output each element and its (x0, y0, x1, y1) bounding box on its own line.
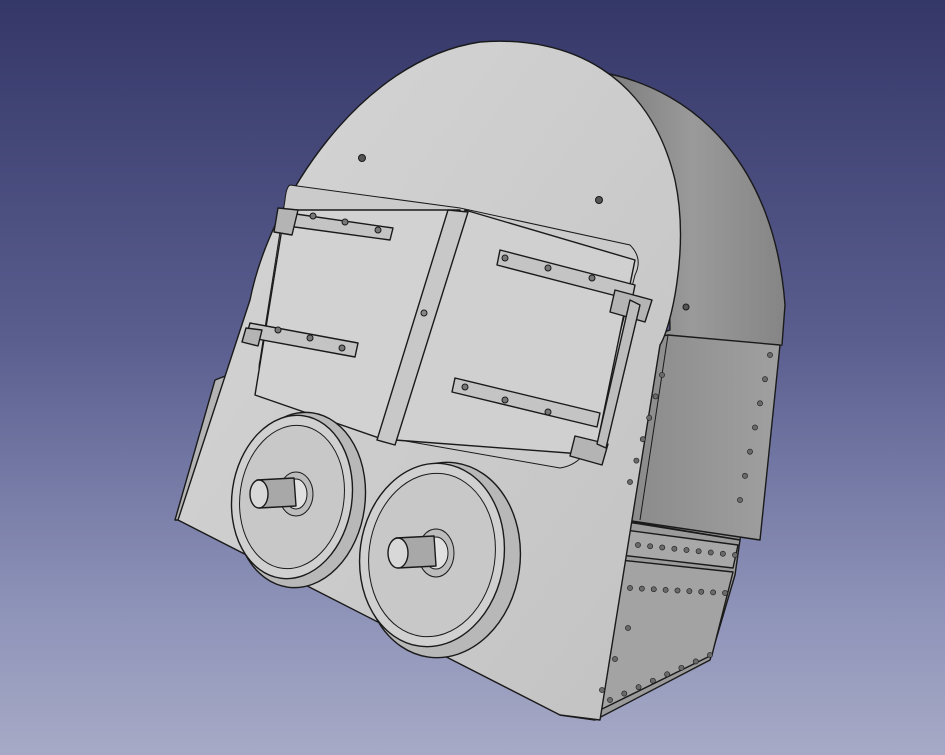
rivet (639, 436, 646, 443)
rivet (633, 457, 640, 464)
rivet (625, 625, 631, 631)
rivet (627, 585, 633, 591)
rivet (732, 552, 738, 558)
rivet (747, 448, 753, 455)
rivet (635, 684, 642, 691)
rivet (698, 588, 705, 595)
rivet (649, 677, 656, 684)
rivet (678, 664, 685, 671)
rivet (695, 548, 702, 555)
axle-stub-right[interactable] (387, 535, 437, 569)
rivet (692, 658, 699, 665)
rivet (683, 547, 690, 553)
rivet (762, 376, 768, 383)
rivet (752, 424, 758, 431)
rivet (627, 479, 633, 485)
rivet (646, 414, 653, 421)
cad-model[interactable] (0, 0, 945, 755)
3d-viewport[interactable] (0, 0, 945, 755)
rivet (707, 652, 713, 658)
rivet (599, 687, 605, 693)
rivet (671, 545, 678, 552)
axle-stub-left[interactable] (249, 477, 297, 509)
rivet (621, 690, 628, 697)
rivet (647, 543, 654, 550)
rivet (652, 393, 659, 400)
rivet (659, 372, 665, 378)
rivet (707, 549, 714, 556)
rivet (607, 697, 613, 703)
rivet (737, 497, 743, 503)
rivet (659, 544, 666, 551)
rivet (719, 550, 726, 557)
rivet (767, 352, 773, 358)
rivet (612, 656, 618, 662)
rivet (662, 586, 669, 593)
rivet (710, 589, 717, 596)
rivet (635, 542, 641, 548)
rivet (674, 587, 681, 594)
rivet (650, 586, 657, 593)
rivet (757, 400, 763, 407)
rivet (664, 671, 671, 678)
rivet (686, 588, 693, 595)
rivet (742, 472, 748, 479)
rivet (638, 585, 645, 592)
rivet (722, 590, 728, 596)
